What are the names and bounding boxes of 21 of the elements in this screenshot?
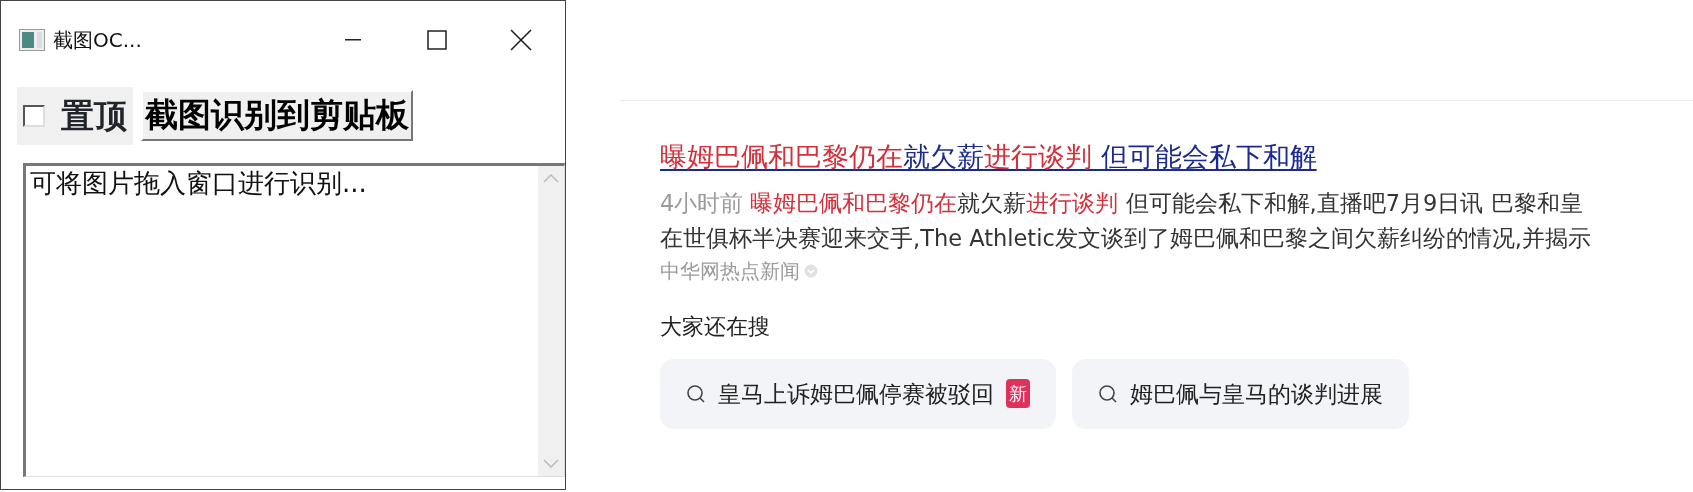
scroll-up-icon[interactable] — [543, 173, 559, 183]
search-icon — [1098, 383, 1118, 404]
search-icon — [686, 383, 706, 404]
scrollbar[interactable] — [538, 165, 564, 476]
scroll-down-icon[interactable] — [543, 459, 559, 468]
time-label: 4小时前 — [660, 189, 745, 216]
related-search-chip[interactable]: 姆巴佩与皇马的谈判进展 — [1072, 358, 1409, 429]
new-badge: 新 — [1006, 379, 1030, 409]
snippet-text: 在世俱杯半决赛迎来交手,The Athletic发文谈到了姆巴佩和巴黎之间欠薪纠纷的情况,并揭示 — [660, 224, 1591, 251]
snippet-text: 曝姆巴佩和巴黎仍在就欠薪进行谈判 但可能会私下和解,直播吧7月9日讯 巴黎和皇 — [750, 189, 1583, 216]
related-search-chip[interactable]: 皇马上诉姆巴佩停赛被驳回 新 — [660, 358, 1056, 429]
result-title-link[interactable]: 曝姆巴佩和巴黎仍在就欠薪进行谈判 但可能会私下和解 — [660, 137, 1317, 178]
close-icon — [510, 29, 532, 51]
app-icon — [19, 29, 45, 51]
minimize-icon — [345, 39, 361, 41]
source-label: 中华网热点新闻 — [660, 257, 800, 285]
maximize-icon — [427, 30, 447, 50]
window-title: 截图OC... — [53, 27, 142, 54]
pin-checkbox[interactable]: 置顶 — [17, 87, 133, 145]
related-heading: 大家还在搜 — [660, 312, 771, 341]
ocr-button[interactable]: 截图识别到剪贴板 — [141, 90, 413, 142]
